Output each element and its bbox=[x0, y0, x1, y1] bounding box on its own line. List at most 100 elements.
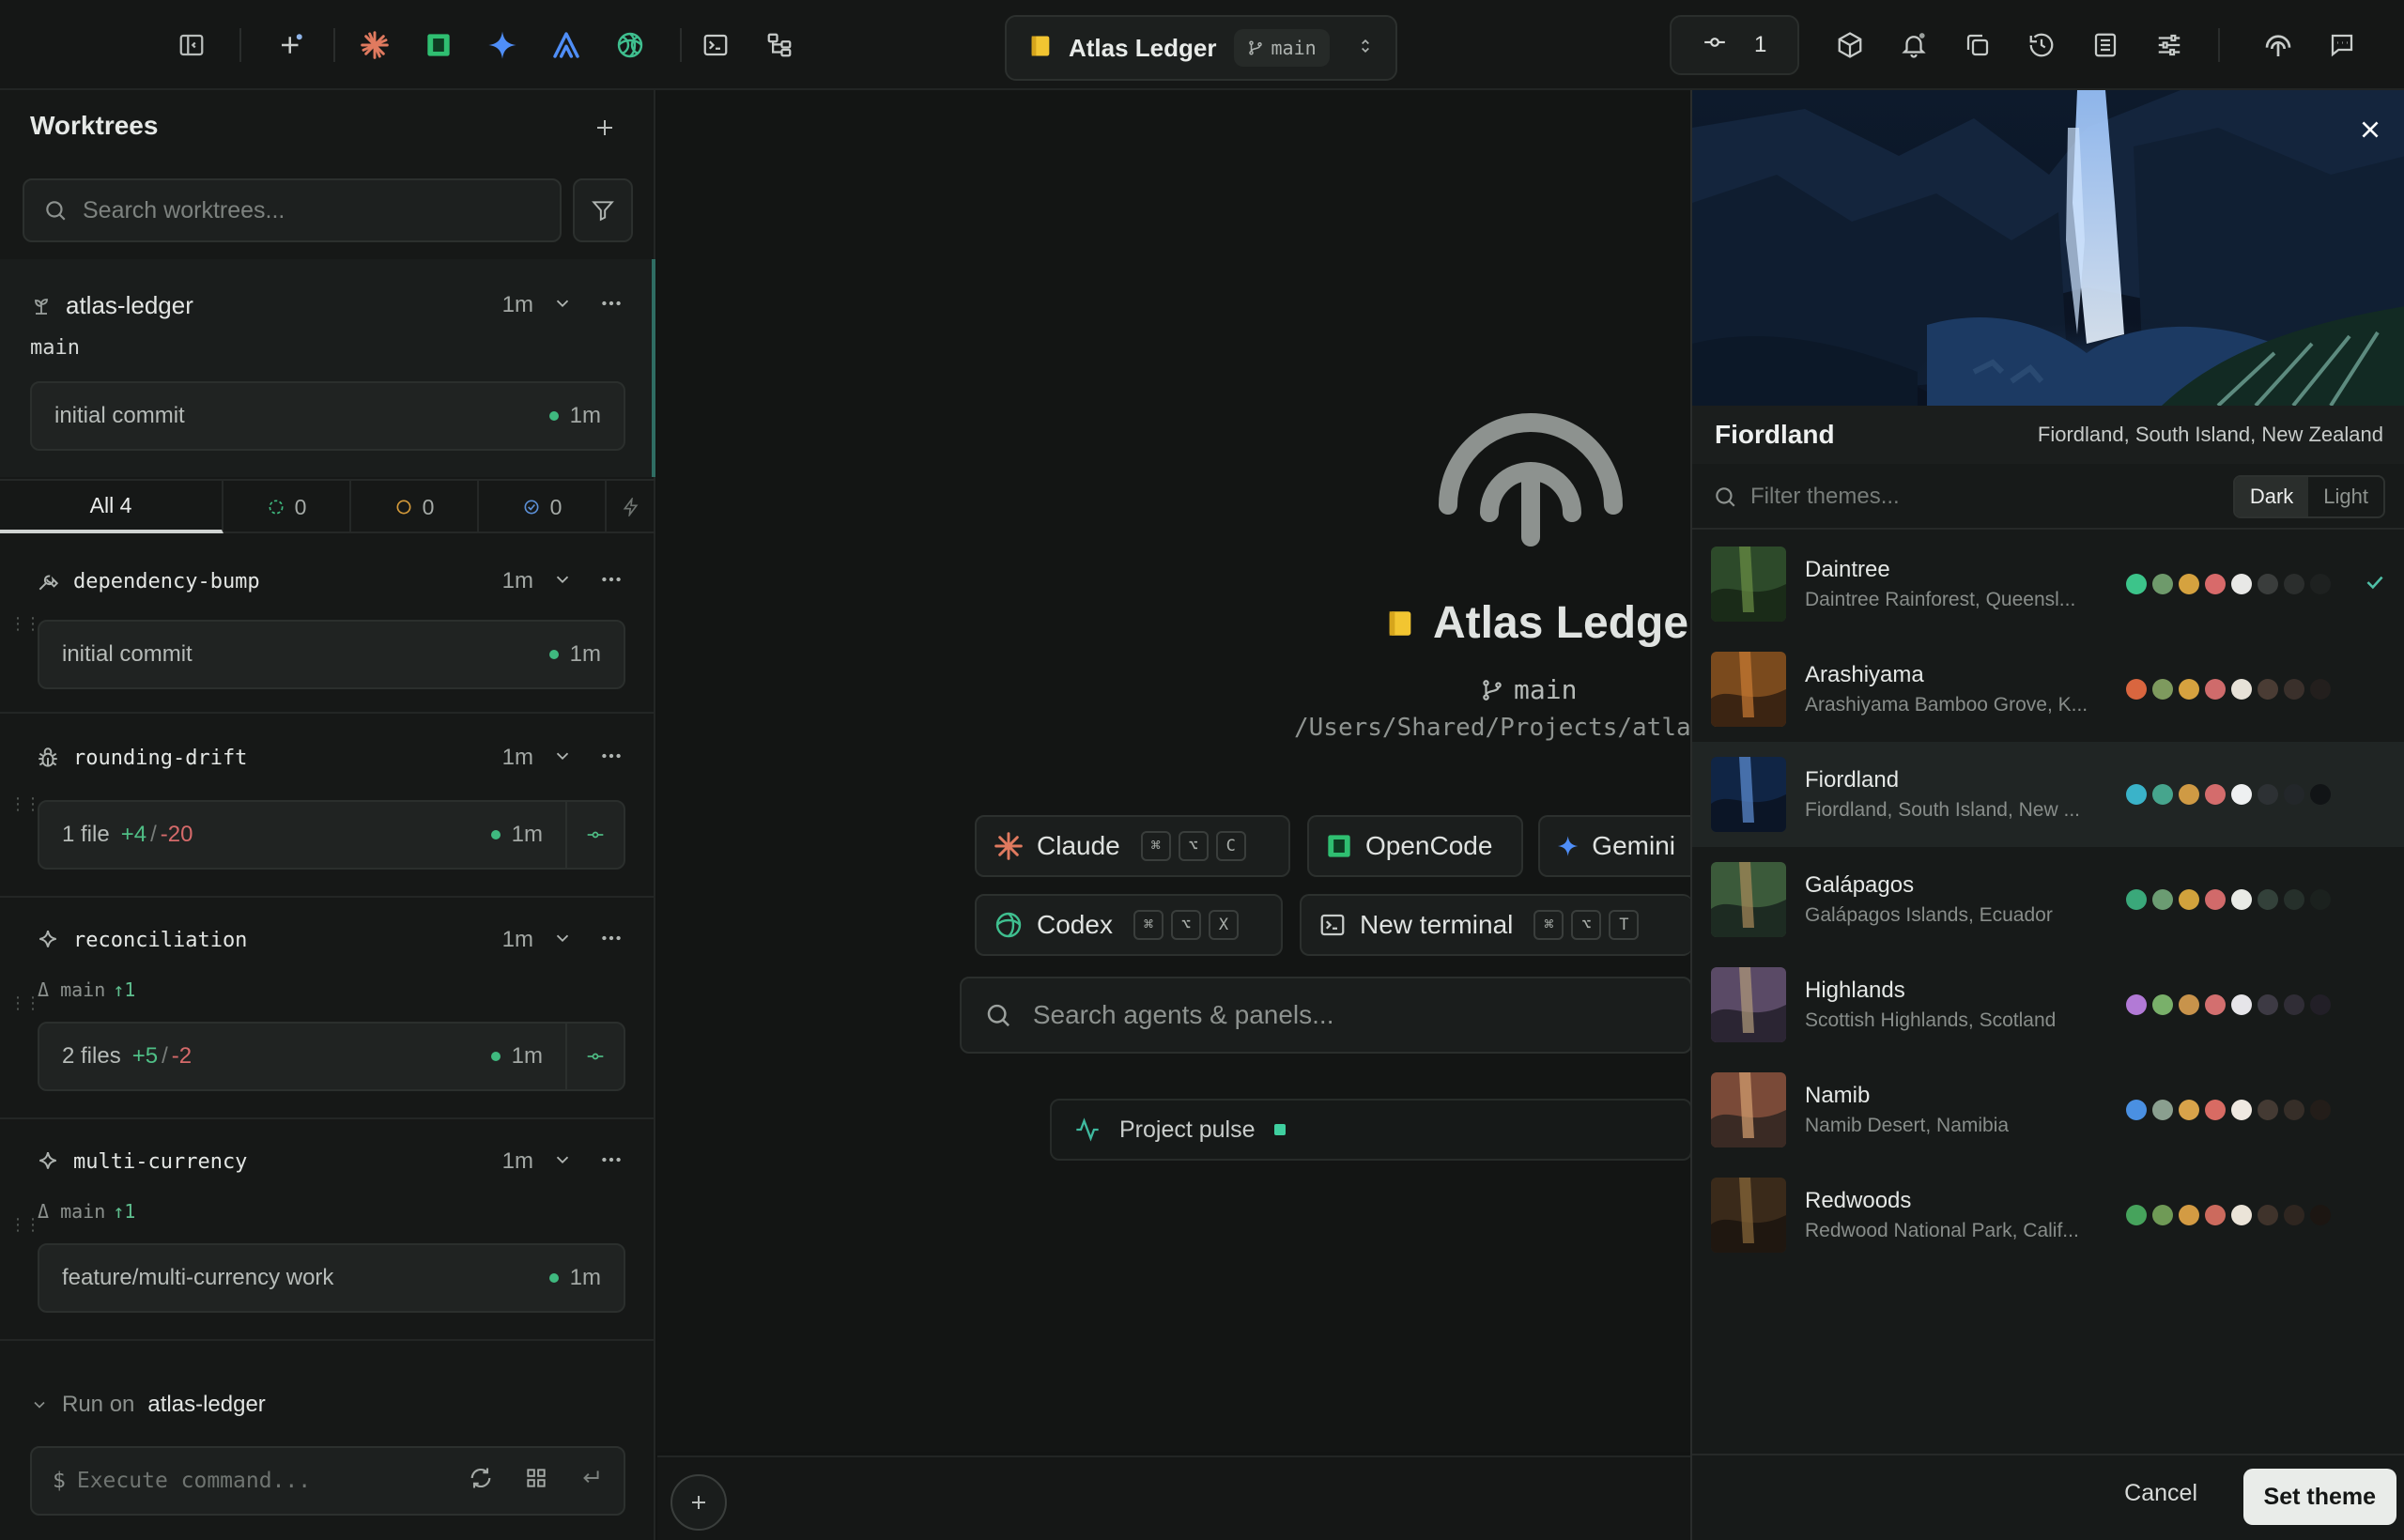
new-agent-icon[interactable] bbox=[269, 23, 314, 68]
sliders-icon[interactable] bbox=[2147, 23, 2192, 68]
history-icon[interactable] bbox=[2019, 23, 2064, 68]
theme-row[interactable]: Arashiyama Arashiyama Bamboo Grove, K... bbox=[1692, 637, 2404, 742]
tab-all[interactable]: All 4 bbox=[0, 481, 223, 533]
theme-filter-input[interactable] bbox=[1750, 484, 2201, 510]
drag-handle-icon[interactable]: ⋮⋮ bbox=[9, 1215, 41, 1235]
sidebar-toggle-icon[interactable] bbox=[169, 23, 214, 68]
refresh-icon[interactable] bbox=[468, 1465, 494, 1497]
worktree-item[interactable]: ⋮⋮ dependency-bump 1m initial commit 1m bbox=[0, 535, 655, 714]
chevron-down-icon[interactable] bbox=[552, 928, 573, 953]
drag-handle-icon[interactable]: ⋮⋮ bbox=[9, 993, 41, 1013]
theme-name: Redwoods bbox=[1805, 1188, 1912, 1213]
commit-icon[interactable] bbox=[565, 1024, 624, 1089]
worktree-name: reconciliation bbox=[73, 928, 248, 952]
agent-label: New terminal bbox=[1360, 910, 1514, 939]
drag-handle-icon[interactable]: ⋮⋮ bbox=[9, 794, 41, 814]
project-pulse[interactable]: Project pulse bbox=[1050, 1099, 1692, 1161]
commit-icon[interactable] bbox=[565, 802, 624, 868]
tab-quick[interactable] bbox=[607, 481, 655, 533]
tab-running[interactable]: 0 bbox=[223, 481, 351, 533]
add-worktree-button[interactable] bbox=[584, 107, 625, 148]
ports-button[interactable]: 1 bbox=[1670, 15, 1799, 75]
mode-light[interactable]: Light bbox=[2308, 477, 2383, 516]
worktree-search-input[interactable] bbox=[83, 196, 533, 224]
diff-box[interactable]: 2 files +5 / -2 1m bbox=[38, 1022, 625, 1091]
amp-icon[interactable] bbox=[544, 23, 589, 68]
chevron-updown-icon[interactable] bbox=[1356, 37, 1375, 60]
codex-button[interactable]: Codex ⌘ ⌥ X bbox=[975, 894, 1283, 956]
chevron-down-icon[interactable] bbox=[552, 746, 573, 771]
add-panel-button[interactable] bbox=[670, 1474, 727, 1531]
tab-done[interactable]: 0 bbox=[479, 481, 607, 533]
theme-row[interactable]: Galápagos Galápagos Islands, Ecuador bbox=[1692, 847, 2404, 952]
cancel-button[interactable]: Cancel bbox=[2124, 1480, 2197, 1507]
opencode-icon[interactable] bbox=[416, 23, 461, 68]
mode-dark[interactable]: Dark bbox=[2234, 477, 2309, 516]
package-icon[interactable] bbox=[1827, 23, 1872, 68]
claude-icon[interactable] bbox=[352, 23, 397, 68]
theme-row[interactable]: Daintree Daintree Rainforest, Queensl... bbox=[1692, 531, 2404, 637]
branch-icon bbox=[1483, 679, 1502, 701]
worktree-item[interactable]: ⋮⋮ multi-currency 1m Δ main ↑1 feature/mu… bbox=[0, 1121, 655, 1341]
bell-icon[interactable] bbox=[1891, 23, 1936, 68]
gemini-icon[interactable] bbox=[480, 23, 525, 68]
diff-additions: +4 bbox=[120, 822, 147, 847]
worktree-search[interactable] bbox=[23, 178, 562, 242]
theme-row[interactable]: Highlands Scottish Highlands, Scotland bbox=[1692, 952, 2404, 1057]
logo-icon[interactable] bbox=[2256, 23, 2301, 68]
active-worktree[interactable]: atlas-ledger 1m main initial commit 1m bbox=[0, 259, 655, 477]
command-input[interactable] bbox=[76, 1469, 443, 1493]
notes-icon[interactable] bbox=[2083, 23, 2128, 68]
more-icon[interactable] bbox=[599, 926, 624, 955]
branch-name: main bbox=[1271, 37, 1317, 59]
drag-handle-icon[interactable]: ⋮⋮ bbox=[9, 614, 41, 634]
chevron-down-icon[interactable] bbox=[552, 293, 573, 318]
project-switcher[interactable]: Atlas Ledger main bbox=[1005, 15, 1397, 81]
more-icon[interactable] bbox=[599, 567, 624, 596]
gemini-button[interactable]: Gemini bbox=[1538, 815, 1692, 877]
set-theme-button[interactable]: Set theme bbox=[2242, 1469, 2396, 1525]
more-icon[interactable] bbox=[599, 291, 624, 320]
bug-icon bbox=[39, 747, 57, 767]
run-on-toggle[interactable]: Run on atlas-ledger bbox=[30, 1392, 266, 1418]
chevron-down-icon[interactable] bbox=[552, 569, 573, 594]
grid-icon[interactable] bbox=[524, 1466, 548, 1496]
theme-row[interactable]: Namib Namib Desert, Namibia bbox=[1692, 1057, 2404, 1163]
branch-chip[interactable]: main bbox=[1233, 29, 1330, 67]
opencode-button[interactable]: OpenCode bbox=[1307, 815, 1523, 877]
codex-icon[interactable] bbox=[608, 23, 653, 68]
terminal-icon[interactable] bbox=[693, 23, 738, 68]
more-icon[interactable] bbox=[599, 1147, 624, 1177]
new-terminal-button[interactable]: New terminal ⌘ ⌥ T bbox=[1300, 894, 1692, 956]
chat-icon[interactable] bbox=[2319, 23, 2365, 68]
claude-button[interactable]: Claude ⌘ ⌥ C bbox=[975, 815, 1290, 877]
diff-box[interactable]: 1 file +4 / -20 1m bbox=[38, 800, 625, 870]
theme-swatches bbox=[2126, 574, 2331, 594]
commit-box[interactable]: feature/multi-currency work 1m bbox=[38, 1243, 625, 1313]
color-swatch bbox=[2126, 574, 2147, 594]
running-icon bbox=[269, 500, 284, 515]
agent-search-input[interactable] bbox=[1032, 1000, 1668, 1030]
enter-icon[interactable] bbox=[578, 1466, 603, 1496]
color-swatch bbox=[2231, 1205, 2252, 1225]
commit-box[interactable]: initial commit 1m bbox=[38, 620, 625, 689]
copy-icon[interactable] bbox=[1955, 23, 2000, 68]
commit-box[interactable]: initial commit 1m bbox=[30, 381, 625, 451]
filter-button[interactable] bbox=[573, 178, 633, 242]
more-icon[interactable] bbox=[599, 744, 624, 773]
chevron-down-icon[interactable] bbox=[552, 1149, 573, 1175]
tab-waiting[interactable]: 0 bbox=[351, 481, 479, 533]
commit-message: initial commit bbox=[54, 403, 185, 428]
agent-search[interactable] bbox=[960, 977, 1692, 1054]
close-icon[interactable] bbox=[2351, 111, 2389, 148]
tree-icon[interactable] bbox=[757, 23, 802, 68]
theme-location: Daintree Rainforest, Queensl... bbox=[1805, 589, 2076, 610]
ahead-info: Δ main ↑1 bbox=[38, 1200, 135, 1223]
theme-row[interactable]: Redwoods Redwood National Park, Calif... bbox=[1692, 1163, 2404, 1268]
worktree-item[interactable]: ⋮⋮ reconciliation 1m Δ main ↑1 2 files +5… bbox=[0, 900, 655, 1119]
theme-thumbnail bbox=[1711, 1072, 1786, 1147]
command-box[interactable]: $ bbox=[30, 1446, 625, 1516]
worktree-item[interactable]: ⋮⋮ rounding-drift 1m 1 file +4 / -20 1m bbox=[0, 716, 655, 898]
theme-row[interactable]: Fiordland Fiordland, South Island, New ..… bbox=[1692, 742, 2404, 847]
run-on-target: atlas-ledger bbox=[147, 1392, 266, 1417]
